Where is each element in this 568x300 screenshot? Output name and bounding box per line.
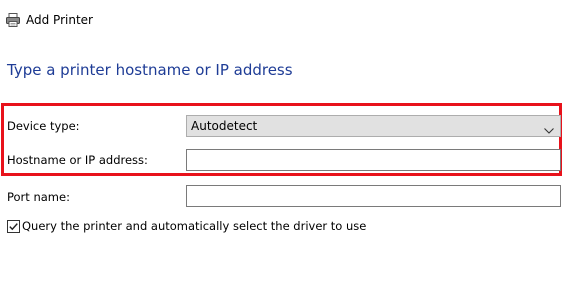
printer-icon xyxy=(5,12,21,28)
window-title: Add Printer xyxy=(26,13,93,27)
hostname-input[interactable] xyxy=(186,149,561,171)
query-driver-option[interactable]: Query the printer and automatically sele… xyxy=(7,219,366,233)
page-heading: Type a printer hostname or IP address xyxy=(7,61,293,79)
port-name-label: Port name: xyxy=(7,190,70,204)
window-header: Add Printer xyxy=(5,11,93,29)
port-name-input[interactable] xyxy=(186,185,561,207)
query-driver-checkbox[interactable] xyxy=(7,219,20,233)
device-type-label: Device type: xyxy=(7,119,80,133)
hostname-label: Hostname or IP address: xyxy=(7,153,148,167)
chevron-down-icon xyxy=(544,123,554,134)
device-type-value: Autodetect xyxy=(191,119,258,133)
query-driver-label: Query the printer and automatically sele… xyxy=(22,219,367,233)
device-type-select[interactable]: Autodetect xyxy=(186,115,561,137)
